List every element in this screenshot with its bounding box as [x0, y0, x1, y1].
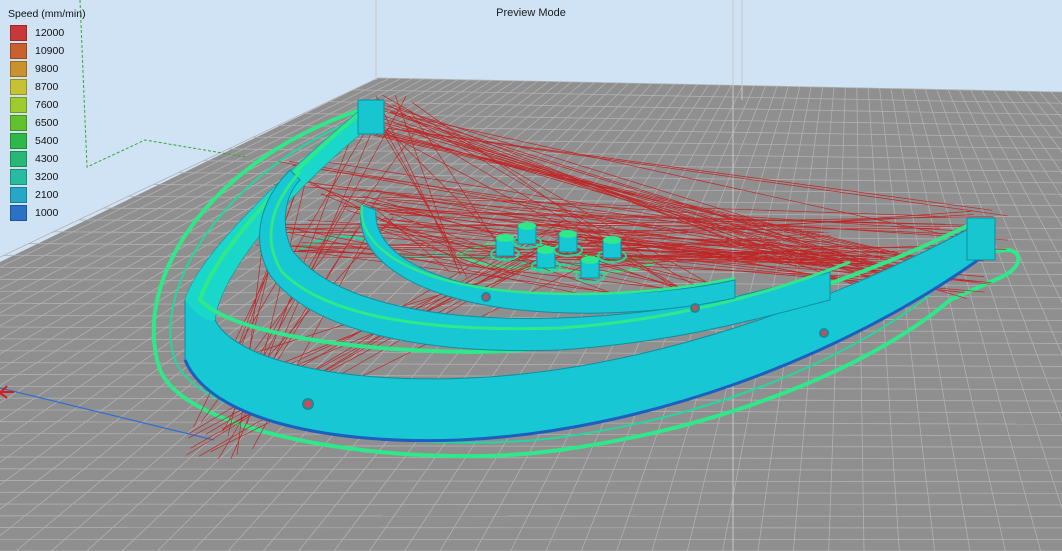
speed-legend-item: 7600: [8, 96, 86, 114]
speed-legend-item: 5400: [8, 132, 86, 150]
speed-legend-item: 10900: [8, 42, 86, 60]
print-preview-scene[interactable]: [0, 0, 1062, 551]
speed-color-swatch: [10, 151, 27, 167]
speed-legend-label: 8700: [35, 81, 59, 93]
speed-color-swatch: [10, 79, 27, 95]
preview-viewport[interactable]: Preview Mode Speed (mm/min) 12000 10900 98…: [0, 0, 1062, 551]
speed-legend-item: 8700: [8, 78, 86, 96]
speed-legend-label: 5400: [35, 135, 59, 147]
speed-legend-item: 9800: [8, 60, 86, 78]
speed-color-swatch: [10, 97, 27, 113]
speed-legend-label: 12000: [35, 27, 65, 39]
speed-color-swatch: [10, 43, 27, 59]
bed-grid-line: [0, 527, 1062, 529]
speed-legend-item: 2100: [8, 186, 86, 204]
speed-legend-label: 2100: [35, 189, 59, 201]
speed-legend-item: 4300: [8, 150, 86, 168]
speed-legend-label: 3200: [35, 171, 59, 183]
speed-color-swatch: [10, 205, 27, 221]
speed-legend-label: 9800: [35, 63, 59, 75]
speed-color-swatch: [10, 169, 27, 185]
speed-color-swatch: [10, 133, 27, 149]
speed-legend-item: 12000: [8, 24, 86, 42]
speed-legend-label: 10900: [35, 45, 65, 57]
speed-legend-item: 6500: [8, 114, 86, 132]
speed-legend-label: 7600: [35, 99, 59, 111]
preview-mode-title: Preview Mode: [496, 7, 566, 19]
speed-color-swatch: [10, 115, 27, 131]
speed-legend-label: 4300: [35, 153, 59, 165]
speed-legend: Speed (mm/min) 12000 10900 9800 8700 7600 650…: [8, 8, 86, 222]
speed-color-swatch: [10, 61, 27, 77]
speed-legend-rows: 12000 10900 9800 8700 7600 6500 5400 4300 3200 21…: [8, 24, 86, 222]
speed-color-swatch: [10, 187, 27, 203]
speed-legend-label: 6500: [35, 117, 59, 129]
speed-legend-title: Speed (mm/min): [8, 8, 86, 20]
speed-legend-item: 3200: [8, 168, 86, 186]
speed-legend-label: 1000: [35, 207, 59, 219]
speed-color-swatch: [10, 25, 27, 41]
speed-legend-item: 1000: [8, 204, 86, 222]
